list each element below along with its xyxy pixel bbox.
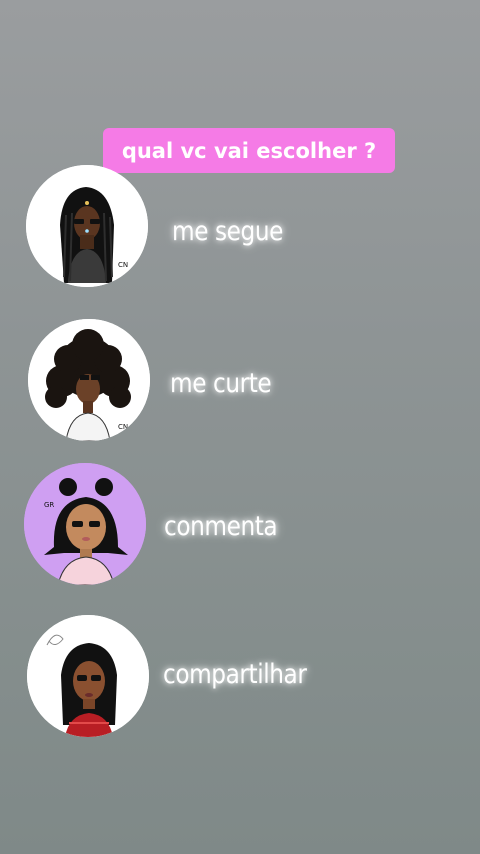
option-like[interactable]: CN me curte [0, 319, 480, 444]
option-share[interactable]: compartilhar [0, 615, 480, 740]
option-comment-label: conmenta [164, 511, 278, 542]
avatar-1-tag: CN [118, 261, 128, 269]
option-share-label: compartilhar [163, 659, 307, 690]
option-like-label: me curte [170, 368, 272, 399]
avatar-curly-illustration: CN [28, 319, 150, 441]
option-follow[interactable]: CN me segue [0, 165, 480, 290]
option-comment[interactable]: GR conmenta [0, 463, 480, 588]
avatar-red-top-illustration [27, 615, 149, 737]
avatar-3-tag: GR [44, 501, 54, 509]
avatar-space-buns-illustration: GR [24, 463, 146, 585]
question-title: qual vc vai escolher ? [121, 138, 377, 163]
option-follow-label: me segue [172, 216, 283, 247]
avatar-space-buns[interactable]: GR [24, 463, 146, 585]
avatar-red-top[interactable] [27, 615, 149, 737]
avatar-curly[interactable]: CN [28, 319, 150, 441]
avatar-2-tag: CN [118, 423, 128, 431]
avatar-braids-illustration: CN [26, 165, 148, 287]
avatar-braids[interactable]: CN [26, 165, 148, 287]
